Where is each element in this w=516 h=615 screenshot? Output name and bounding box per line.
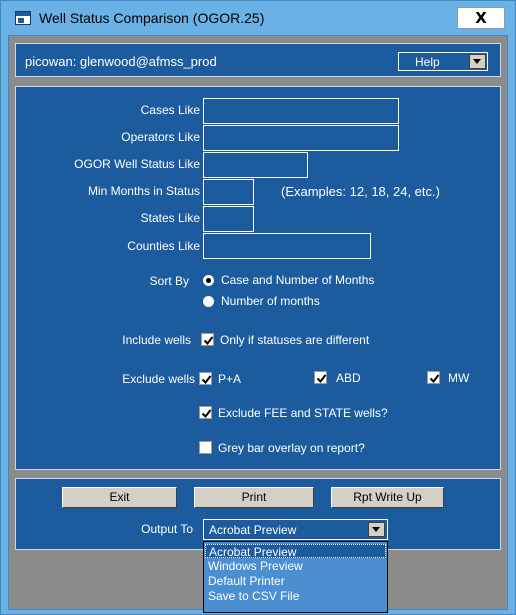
- sort-number-months-radio[interactable]: [203, 296, 214, 307]
- app-window-icon: [15, 11, 31, 25]
- output-to-label: Output To: [141, 522, 193, 536]
- exclude-fee-state-checkbox[interactable]: [199, 406, 212, 419]
- output-option-csv[interactable]: Save to CSV File: [205, 589, 386, 603]
- include-different-checkbox[interactable]: [201, 333, 214, 346]
- checkmark-icon: [429, 374, 440, 384]
- states-input[interactable]: [203, 206, 254, 232]
- min-months-example: (Examples: 12, 18, 24, etc.): [281, 184, 440, 199]
- min-months-label: Min Months in Status: [87, 184, 200, 198]
- exclude-wells-label: Exclude wells: [122, 372, 195, 386]
- grey-bar-label: Grey bar overlay on report?: [218, 441, 365, 455]
- output-to-dropdown[interactable]: Acrobat Preview: [203, 519, 388, 540]
- help-dropdown-value: Help: [415, 55, 440, 69]
- sort-case-months-radio[interactable]: [203, 275, 214, 286]
- exclude-abd-label: ABD: [336, 371, 361, 385]
- output-option-acrobat[interactable]: Acrobat Preview: [205, 544, 386, 559]
- counties-input[interactable]: [203, 233, 371, 259]
- checkmark-icon: [201, 375, 212, 385]
- rpt-write-up-button[interactable]: Rpt Write Up: [331, 487, 444, 508]
- operators-label: Operators Like: [121, 130, 200, 144]
- output-to-value: Acrobat Preview: [209, 523, 297, 537]
- exclude-mw-checkbox[interactable]: [427, 371, 440, 384]
- grey-bar-checkbox[interactable]: [199, 441, 212, 454]
- checkmark-icon: [316, 374, 327, 384]
- help-dropdown[interactable]: Help: [398, 52, 488, 71]
- checkmark-icon: [203, 336, 214, 346]
- user-connection-label: picowan: glenwood@afmss_prod: [25, 54, 217, 69]
- cases-label: Cases Like: [140, 103, 200, 117]
- sort-by-label: Sort By: [149, 274, 189, 288]
- exclude-pa-label: P+A: [218, 372, 242, 386]
- sort-number-months-label[interactable]: Number of months: [221, 294, 320, 308]
- window-title: Well Status Comparison (OGOR.25): [39, 10, 265, 26]
- radio-selected-dot: [206, 278, 211, 283]
- print-button[interactable]: Print: [194, 487, 314, 508]
- chevron-down-icon[interactable]: [368, 522, 385, 537]
- include-different-label: Only if statuses are different: [220, 333, 370, 347]
- states-label: States Like: [140, 211, 200, 225]
- exclude-pa-checkbox[interactable]: [199, 372, 212, 385]
- sort-case-months-label[interactable]: Case and Number of Months: [221, 273, 374, 287]
- operators-input[interactable]: [203, 125, 399, 151]
- output-option-windows[interactable]: Windows Preview: [205, 559, 386, 573]
- close-button[interactable]: X: [457, 7, 505, 29]
- ogor-status-label: OGOR Well Status Like: [74, 157, 200, 171]
- include-wells-label: Include wells: [122, 333, 191, 347]
- ogor-status-input[interactable]: [203, 152, 308, 178]
- output-options-list[interactable]: Acrobat Preview Windows Preview Default …: [203, 541, 388, 613]
- exclude-abd-checkbox[interactable]: [314, 371, 327, 384]
- exclude-mw-label: MW: [448, 371, 470, 385]
- output-option-printer[interactable]: Default Printer: [205, 574, 386, 588]
- checkmark-icon: [201, 409, 212, 419]
- exclude-fee-state-label: Exclude FEE and STATE wells?: [218, 406, 388, 420]
- counties-label: Counties Like: [127, 239, 200, 253]
- cases-input[interactable]: [203, 98, 399, 124]
- min-months-input[interactable]: [203, 179, 254, 205]
- exit-button[interactable]: Exit: [62, 487, 177, 508]
- chevron-down-icon[interactable]: [469, 54, 486, 69]
